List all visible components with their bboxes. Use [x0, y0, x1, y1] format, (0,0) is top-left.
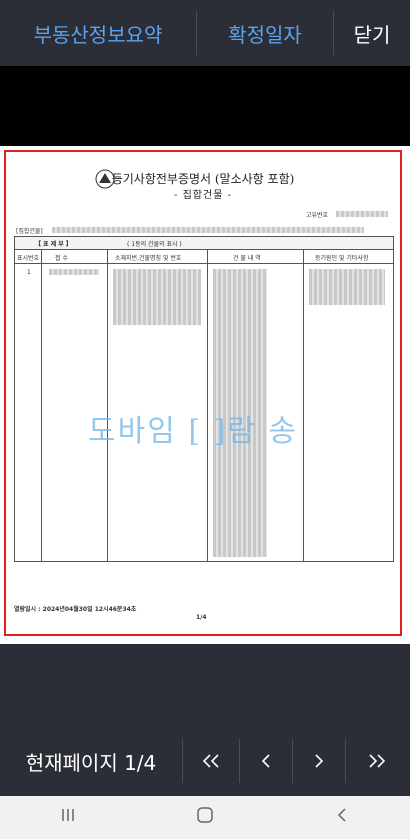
- viewer-top-margin: [0, 66, 410, 146]
- row-number: 1: [27, 269, 31, 276]
- column-header: 등기원인 및 기타사항: [315, 255, 369, 262]
- redacted-location: [113, 269, 201, 325]
- last-page-button[interactable]: [346, 726, 408, 796]
- viewer-bottom-margin: [0, 644, 410, 726]
- first-page-button[interactable]: [183, 726, 239, 796]
- section-title: 【 표 제 부 】: [35, 241, 72, 248]
- close-button[interactable]: 닫기: [334, 0, 410, 66]
- page-indicator: 1/4: [196, 614, 207, 621]
- previous-page-button[interactable]: [240, 726, 292, 796]
- document-title: 등기사항전부증명서 (말소사항 포함): [111, 172, 295, 186]
- system-navigation-bar: [0, 796, 410, 839]
- page-navigation-bar: 현재페이지 1/4: [0, 726, 410, 796]
- watermark: 도바임 [ ]람 송: [88, 414, 299, 449]
- recents-icon: [62, 809, 75, 821]
- redacted-unique-number: [336, 211, 388, 217]
- section-subtitle: ( 1동의 건물의 표시 ): [127, 241, 182, 248]
- chevron-right-icon: [315, 754, 324, 768]
- recents-button[interactable]: [58, 806, 78, 829]
- column-divider: [303, 249, 304, 561]
- column-header: 표시번호: [17, 255, 40, 262]
- property-summary-button[interactable]: 부동산정보요약: [0, 0, 196, 66]
- register-table: 【 표 제 부 】 ( 1동의 건물의 표시 ) 표시번호 접 수 소재지번,건…: [14, 236, 394, 562]
- column-header: 소재지번,건물명칭 및 번호: [115, 255, 182, 262]
- column-divider: [41, 249, 42, 561]
- confirm-date-button[interactable]: 확정일자: [197, 0, 333, 66]
- column-headers: 표시번호 접 수 소재지번,건물명칭 및 번호 건 물 내 역 등기원인 및 기…: [15, 249, 393, 264]
- redacted-receipt: [49, 269, 99, 275]
- issued-datetime: 열람일시 : 2024년04월30일 12시46분34초: [14, 606, 137, 613]
- home-button[interactable]: [195, 806, 215, 829]
- redacted-address: [52, 227, 364, 233]
- column-divider: [207, 249, 208, 561]
- current-page-label: 현재페이지 1/4: [25, 750, 157, 775]
- back-button[interactable]: [332, 806, 352, 829]
- top-bar: 부동산정보요약 확정일자 닫기: [0, 0, 410, 66]
- home-icon: [197, 807, 213, 823]
- column-header: 접 수: [55, 255, 68, 262]
- column-divider: [107, 249, 108, 561]
- back-icon: [337, 808, 346, 822]
- document-viewer[interactable]: 등기사항전부증명서 (말소사항 포함) - 집합건물 - 고유번호 [집합건물]…: [0, 146, 410, 644]
- next-page-button[interactable]: [293, 726, 345, 796]
- building-label: [집합건물]: [16, 228, 43, 235]
- double-chevron-left-icon: [202, 754, 219, 768]
- document-subtitle: - 집합건물 -: [174, 190, 232, 201]
- chevron-left-icon: [261, 754, 270, 768]
- double-chevron-right-icon: [369, 754, 386, 768]
- redacted-remarks: [309, 269, 385, 305]
- column-header: 건 물 내 역: [233, 255, 261, 262]
- unique-number-label: 고유번호: [306, 212, 329, 219]
- document-page: 등기사항전부증명서 (말소사항 포함) - 집합건물 - 고유번호 [집합건물]…: [4, 150, 402, 636]
